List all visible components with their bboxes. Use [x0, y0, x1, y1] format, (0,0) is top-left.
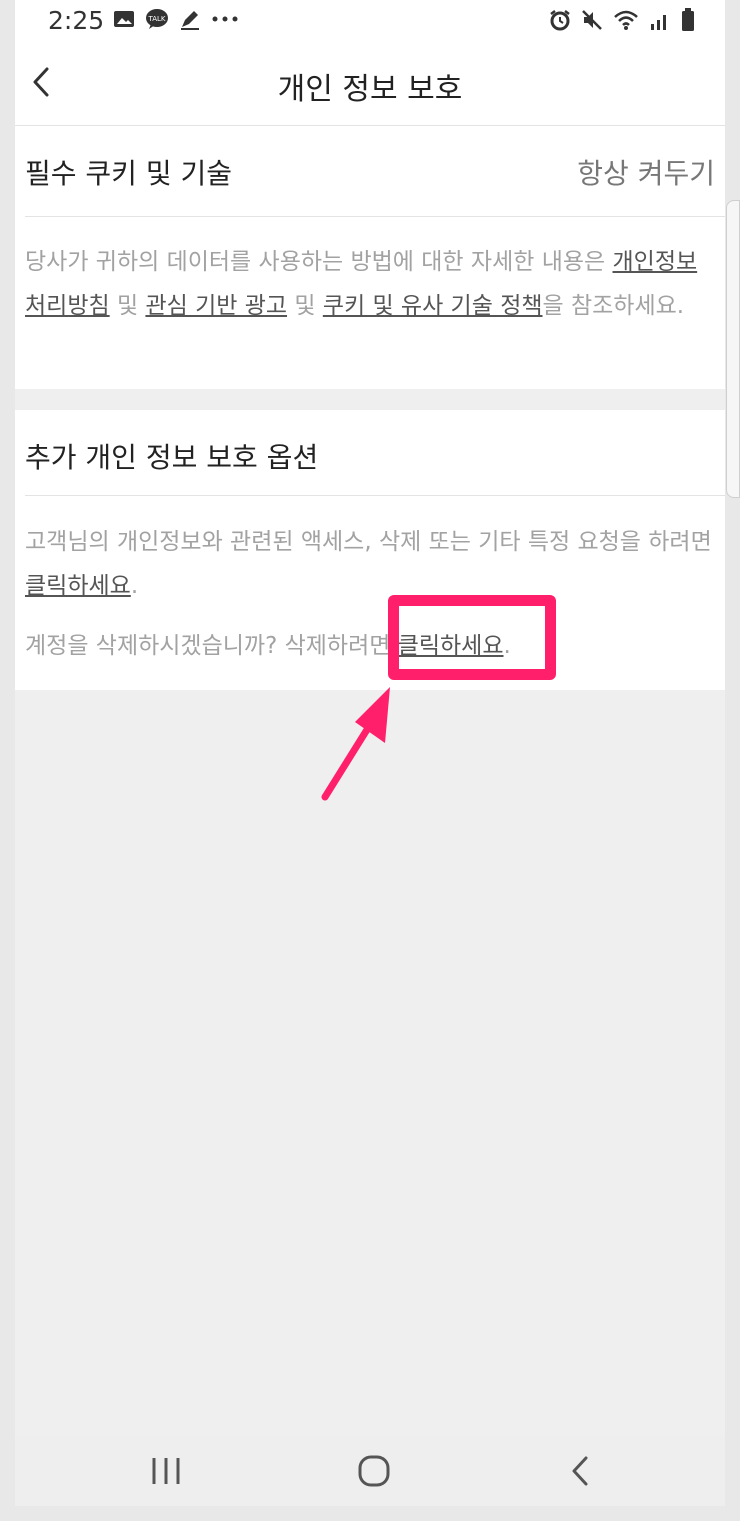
- cookie-policy-link[interactable]: 쿠키 및 유사 기술 정책: [323, 293, 543, 319]
- navigation-bar: [15, 1436, 725, 1506]
- request-click-link[interactable]: 클릭하세요: [25, 573, 131, 599]
- cookie-info-text: 당사가 귀하의 데이터를 사용하는 방법에 대한 자세한 내용은 개인정보처리방…: [25, 240, 715, 328]
- mute-icon: [582, 10, 602, 30]
- nav-back-button[interactable]: [550, 1448, 610, 1494]
- and-text-2: 및: [287, 293, 323, 319]
- talk-icon: TALK: [146, 9, 168, 29]
- recent-apps-icon: [152, 1458, 180, 1484]
- more-dots-icon: [212, 16, 238, 22]
- pen-icon: [181, 11, 199, 30]
- divider: [25, 495, 725, 496]
- battery-icon: [682, 8, 694, 31]
- home-icon: [358, 1455, 390, 1487]
- interest-ads-link[interactable]: 관심 기반 광고: [145, 293, 287, 319]
- cookie-info-text-1: 당사가 귀하의 데이터를 사용하는 방법에 대한 자세한 내용은: [25, 249, 613, 275]
- cookie-info-text-end: 을 참조하세요.: [542, 293, 685, 319]
- essential-cookies-section: 필수 쿠키 및 기술 항상 켜두기 당사가 귀하의 데이터를 사용하는 방법에 …: [15, 126, 725, 389]
- app-bar: 개인 정보 보호: [15, 40, 725, 126]
- status-time: 2:25: [48, 6, 105, 35]
- home-button[interactable]: [344, 1448, 404, 1494]
- status-bar: 2:25 TALK: [15, 0, 725, 40]
- status-icons-right: [549, 8, 695, 32]
- and-text-1: 및: [109, 293, 146, 319]
- additional-privacy-section: 추가 개인 정보 보호 옵션 고객님의 개인정보와 관련된 액세스, 삭제 또는…: [15, 410, 725, 690]
- scroll-handle[interactable]: [726, 200, 740, 498]
- highlight-box: [388, 595, 556, 680]
- page-title: 개인 정보 보호: [277, 72, 463, 107]
- period: .: [130, 573, 139, 599]
- alarm-icon: [550, 10, 570, 31]
- status-icons-left: TALK: [113, 8, 239, 30]
- back-icon: [572, 1456, 588, 1486]
- screen: 2:25 TALK 개인 정보 보호 필수 쿠키 및 기술 항상 켜두기 당사가…: [15, 0, 740, 1506]
- delete-account-text: 계정을 삭제하시겠습니까? 삭제하려면 클릭하세요.: [25, 624, 715, 668]
- request-text-body: 고객님의 개인정보와 관련된 액세스, 삭제 또는 기타 특정 요청을 하려면: [25, 529, 712, 555]
- signal-icon: [651, 15, 666, 30]
- request-text: 고객님의 개인정보와 관련된 액세스, 삭제 또는 기타 특정 요청을 하려면 …: [25, 520, 715, 608]
- svg-text:TALK: TALK: [147, 15, 165, 23]
- delete-account-text-body: 계정을 삭제하시겠습니까? 삭제하려면: [25, 633, 398, 659]
- wifi-icon: [614, 10, 638, 30]
- recent-apps-button[interactable]: [136, 1448, 196, 1494]
- always-on-status: 항상 켜두기: [577, 157, 715, 190]
- pointer-arrow-icon: [321, 687, 390, 801]
- essential-cookies-title: 필수 쿠키 및 기술: [25, 157, 233, 190]
- image-icon: [114, 11, 134, 27]
- divider: [25, 216, 725, 217]
- additional-privacy-title: 추가 개인 정보 보호 옵션: [25, 441, 319, 474]
